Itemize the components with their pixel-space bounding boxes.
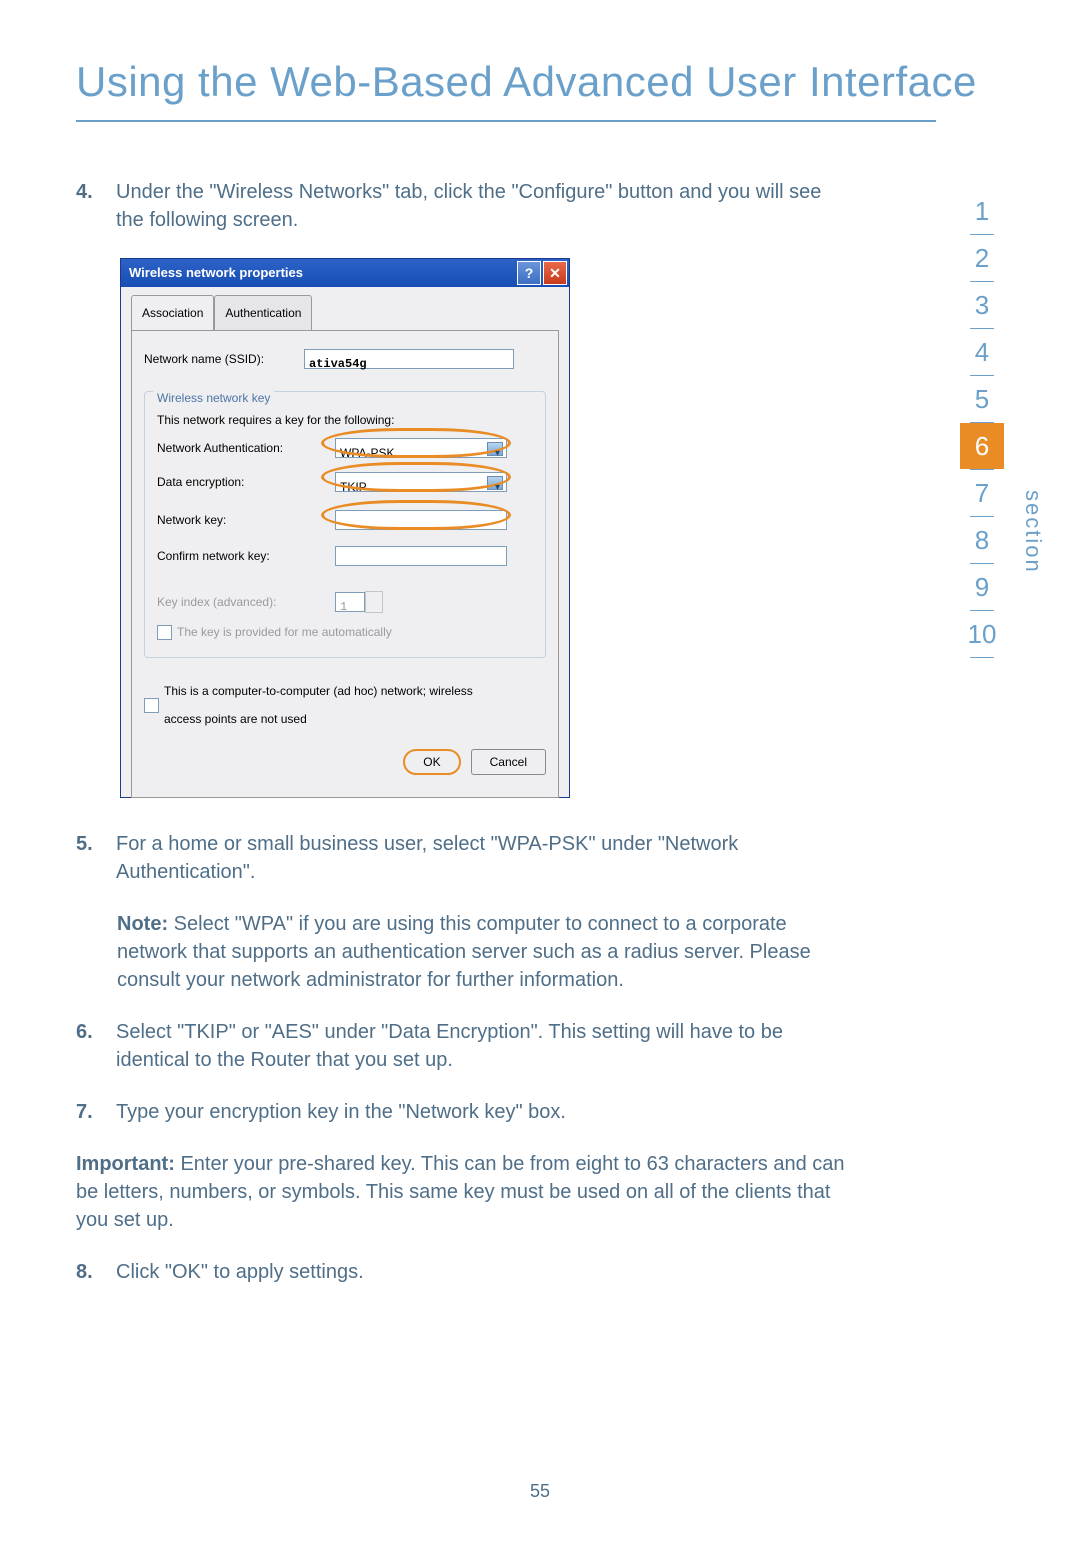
- step-number-4: 4.: [76, 178, 116, 234]
- nav-4[interactable]: 4: [960, 329, 1004, 375]
- step-text-6: Select "TKIP" or "AES" under "Data Encry…: [116, 1018, 846, 1074]
- section-label: section: [1020, 490, 1046, 574]
- step-text-5: For a home or small business user, selec…: [116, 830, 846, 886]
- ssid-label: Network name (SSID):: [144, 345, 304, 373]
- auto-key-label: The key is provided for me automatically: [177, 618, 392, 646]
- nav-9[interactable]: 9: [960, 564, 1004, 610]
- step-5-note: Note: Select "WPA" if you are using this…: [117, 910, 846, 994]
- important-text: Enter your pre-shared key. This can be f…: [76, 1153, 845, 1231]
- important-note: Important: Enter your pre-shared key. Th…: [76, 1150, 846, 1234]
- step-number-5: 5.: [76, 830, 116, 886]
- page-title: Using the Web-Based Advanced User Interf…: [76, 58, 1004, 106]
- dialog-title-text: Wireless network properties: [129, 265, 303, 280]
- important-label: Important:: [76, 1153, 175, 1175]
- step-number-7: 7.: [76, 1098, 116, 1126]
- nav-3[interactable]: 3: [960, 282, 1004, 328]
- confirm-key-label: Confirm network key:: [157, 542, 335, 570]
- step-number-6: 6.: [76, 1018, 116, 1074]
- dialog-titlebar: Wireless network properties ? ✕: [121, 259, 569, 287]
- auth-highlight: [321, 428, 511, 458]
- help-button[interactable]: ?: [517, 261, 541, 285]
- key-group: Wireless network key This network requir…: [144, 391, 546, 658]
- key-index-spinner: [365, 591, 383, 613]
- auto-key-checkbox: [157, 625, 172, 640]
- page-number: 55: [0, 1481, 1080, 1502]
- confirm-key-field[interactable]: [335, 546, 507, 566]
- step-number-8: 8.: [76, 1258, 116, 1286]
- nav-7[interactable]: 7: [960, 470, 1004, 516]
- step-text-7: Type your encryption key in the "Network…: [116, 1098, 846, 1126]
- adhoc-checkbox[interactable]: [144, 698, 159, 713]
- nav-2[interactable]: 2: [960, 235, 1004, 281]
- step-text-8: Click "OK" to apply settings.: [116, 1258, 846, 1286]
- step-text-4: Under the "Wireless Networks" tab, click…: [116, 178, 846, 234]
- tab-association[interactable]: Association: [131, 295, 214, 330]
- nav-5[interactable]: 5: [960, 376, 1004, 422]
- title-rule: [76, 120, 936, 122]
- note-text: Select "WPA" if you are using this compu…: [117, 913, 811, 991]
- key-index-label: Key index (advanced):: [157, 588, 335, 616]
- key-highlight: [321, 500, 511, 530]
- nav-10[interactable]: 10: [960, 611, 1004, 657]
- enc-highlight: [321, 462, 511, 492]
- main-content: 4. Under the "Wireless Networks" tab, cl…: [76, 178, 846, 1286]
- key-label: Network key:: [157, 506, 335, 534]
- nav-8[interactable]: 8: [960, 517, 1004, 563]
- adhoc-label: This is a computer-to-computer (ad hoc) …: [164, 677, 504, 733]
- close-button[interactable]: ✕: [543, 261, 567, 285]
- key-index-field: 1: [335, 592, 365, 612]
- tab-authentication[interactable]: Authentication: [214, 295, 312, 330]
- ssid-field[interactable]: ativa54g: [304, 349, 514, 369]
- nav-1[interactable]: 1: [960, 188, 1004, 234]
- auth-label: Network Authentication:: [157, 434, 335, 462]
- section-nav: 1 2 3 4 5 6 7 8 9 10: [960, 188, 1004, 658]
- enc-label: Data encryption:: [157, 468, 335, 496]
- ok-button[interactable]: OK: [403, 749, 460, 775]
- note-label: Note:: [117, 913, 168, 935]
- dialog-screenshot: Wireless network properties ? ✕ Associat…: [120, 258, 570, 798]
- nav-6-current[interactable]: 6: [960, 423, 1004, 469]
- dialog-panel: Network name (SSID): ativa54g Wireless n…: [131, 330, 559, 798]
- cancel-button[interactable]: Cancel: [471, 749, 546, 775]
